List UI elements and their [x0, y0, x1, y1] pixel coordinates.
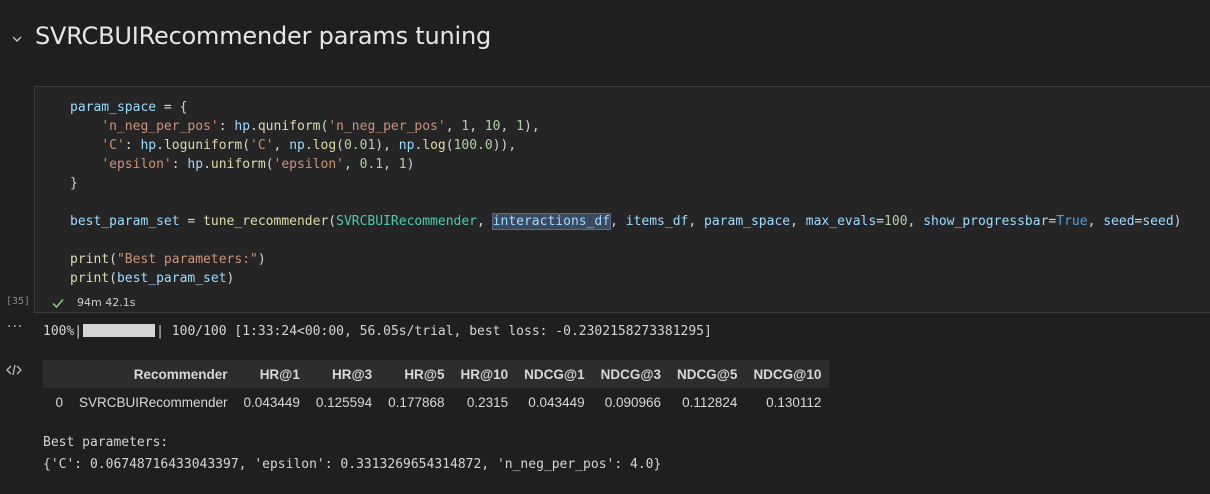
- chevron-down-icon[interactable]: [10, 32, 24, 46]
- section-title: SVRCBUIRecommender params tuning: [35, 22, 492, 50]
- table-cell-index: 0: [55, 394, 63, 410]
- column-header: Recommender: [71, 360, 236, 388]
- column-header: HR@5: [380, 360, 453, 388]
- progress-bar-fill: [83, 324, 156, 337]
- table-cell: 0.2315: [466, 394, 509, 410]
- table-cell: 0.177868: [388, 394, 445, 410]
- code-line-7: best_param_set = tune_recommender(SVRCBU…: [70, 213, 1182, 230]
- check-icon: [52, 299, 64, 309]
- code-editor[interactable]: param_space = { 'n_neg_per_pos': hp.quni…: [70, 98, 1182, 288]
- print-line: {'C': 0.06748716433043397, 'epsilon': 0.…: [43, 457, 662, 472]
- column-header: HR@3: [307, 360, 381, 388]
- table-cell: 0.043449: [528, 394, 585, 410]
- table-header-row: Recommender HR@1 HR@3 HR@5 HR@10 NDCG@1 …: [43, 360, 830, 388]
- progress-bar: [83, 324, 156, 337]
- table-cell: 0.112824: [682, 394, 738, 410]
- code-icon[interactable]: [6, 364, 22, 376]
- code-line-4: 'epsilon': hp.uniform('epsilon', 0.1, 1): [101, 157, 415, 172]
- column-header: NDCG@1: [516, 360, 593, 388]
- progress-details: | 100/100 [1:33:24<00:00, 56.05s/trial, …: [156, 324, 712, 339]
- table-cell: 0.125594: [315, 394, 373, 410]
- table-cell: SVRCBUIRecommender: [79, 394, 228, 410]
- column-header: HR@1: [235, 360, 308, 388]
- code-line-5: }: [70, 176, 78, 191]
- execution-count: [35]: [6, 296, 31, 307]
- print-line: Best parameters:: [43, 435, 169, 450]
- code-line-1: param_space = {: [70, 100, 188, 115]
- table-row: 0 SVRCBUIRecommender 0.043449 0.125594 0…: [43, 388, 829, 416]
- column-header: NDCG@10: [745, 360, 830, 388]
- column-header: HR@10: [452, 360, 517, 388]
- code-line-3: 'C': hp.loguniform('C', np.log(0.01), np…: [101, 138, 517, 153]
- code-line-2: 'n_neg_per_pos': hp.quniform('n_neg_per_…: [101, 119, 540, 134]
- table-cell: 0.043449: [243, 394, 300, 410]
- column-header-index: [43, 360, 71, 388]
- progress-output: 100%| | 100/100 [1:33:24<00:00, 56.05s/tr…: [43, 324, 712, 339]
- table-cell: 0.090966: [604, 394, 662, 410]
- code-line-9: print("Best parameters:"): [70, 252, 266, 267]
- section-header[interactable]: SVRCBUIRecommender params tuning: [0, 18, 1210, 62]
- execution-duration: 94m 42.1s: [77, 296, 136, 309]
- code-line-10: print(best_param_set): [70, 271, 235, 286]
- table-cell: 0.130112: [766, 394, 822, 410]
- column-header: NDCG@3: [592, 360, 670, 388]
- results-table: Recommender HR@1 HR@3 HR@5 HR@10 NDCG@1 …: [43, 360, 830, 416]
- print-output: Best parameters: {'C': 0.067487164330433…: [43, 432, 661, 476]
- progress-percent: 100%|: [43, 324, 83, 339]
- ellipsis-icon[interactable]: ···: [7, 319, 23, 335]
- highlighted-token: interactions_df: [491, 213, 612, 230]
- code-cell[interactable]: param_space = { 'n_neg_per_pos': hp.quni…: [34, 86, 1210, 313]
- column-header: NDCG@5: [669, 360, 746, 388]
